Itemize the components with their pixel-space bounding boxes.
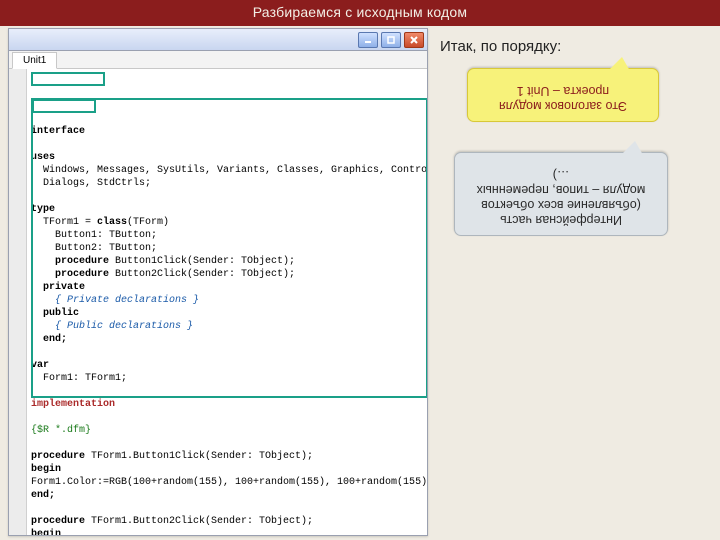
minimize-icon[interactable]	[358, 32, 378, 48]
gutter	[9, 69, 27, 536]
callout-unit-header: Это заголовок модуля проекта – Unit 1	[467, 68, 659, 122]
code-area: unit Unit1; interface uses Windows, Mess…	[9, 69, 427, 536]
window-titlebar	[9, 29, 427, 51]
tab-unit1[interactable]: Unit1	[12, 52, 57, 69]
highlight-unit	[31, 72, 105, 86]
tab-strip: Unit1	[9, 51, 427, 69]
slide-title: Разбираемся с исходным кодом	[0, 0, 720, 26]
slide-content: Unit1 unit Unit1; interface uses Windows…	[0, 26, 720, 540]
maximize-icon[interactable]	[381, 32, 401, 48]
callout-interface-section: Интерфейсная часть (объявление всех объе…	[454, 152, 668, 236]
intro-text: Итак, по порядку:	[440, 38, 561, 55]
close-icon[interactable]	[404, 32, 424, 48]
code-window: Unit1 unit Unit1; interface uses Windows…	[8, 28, 428, 536]
